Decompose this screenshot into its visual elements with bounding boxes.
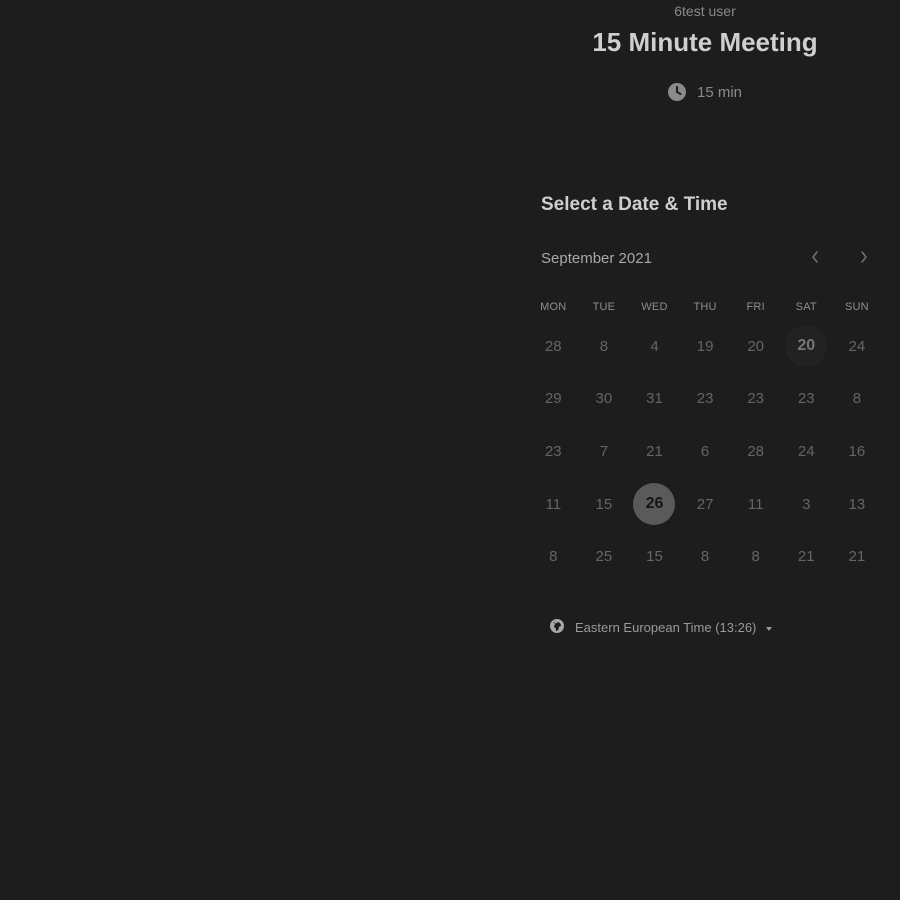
calendar-day: 21: [646, 442, 663, 460]
weekday-header: MON TUE WED THU FRI SAT SUN: [528, 301, 882, 313]
calendar-day: 30: [595, 390, 613, 408]
calendar-day: 23: [544, 442, 562, 460]
calendar-day-selected[interactable]: 26: [629, 478, 680, 531]
calendar-day: 23: [797, 390, 815, 408]
chevron-left-icon: [810, 250, 820, 269]
event-duration: 15 min: [667, 82, 742, 102]
calendar-day: 15: [595, 495, 613, 513]
calendar-day: 11: [747, 495, 764, 513]
calendar-day: 13: [848, 495, 866, 513]
weekday-label: SUN: [844, 301, 869, 313]
calendar-day: 25: [595, 548, 613, 566]
calendar-day: 29: [544, 390, 562, 408]
previous-month-button[interactable]: [803, 247, 827, 271]
calendar-day: 8: [751, 548, 760, 566]
calendar-day: 8: [700, 548, 710, 566]
calendar-day: 23: [747, 390, 765, 408]
globe-icon: [549, 618, 565, 637]
calendar-day: 23: [696, 390, 714, 408]
clock-icon: [667, 82, 687, 102]
event-title: 15 Minute Meeting: [592, 27, 818, 57]
section-title: Select a Date & Time: [541, 194, 728, 215]
calendar-day: 28: [747, 442, 765, 460]
chevron-down-icon: [766, 626, 773, 631]
weekday-label: FRI: [746, 301, 765, 313]
weekday-label: TUE: [592, 301, 616, 313]
calendar-day: 21: [848, 548, 866, 566]
weekday-label: WED: [641, 301, 668, 313]
host-name: 6test user: [674, 3, 736, 19]
weekday-label: THU: [693, 301, 717, 313]
weekday-label: SAT: [795, 301, 817, 313]
timezone-label: Eastern European Time (13:26): [575, 620, 757, 635]
calendar-day-today: 20: [781, 320, 832, 373]
calendar-day: 8: [549, 548, 558, 566]
calendar-day: 6: [700, 442, 710, 460]
timezone-selector[interactable]: Eastern European Time (13:26): [549, 618, 773, 637]
month-label: September 2021: [541, 250, 652, 267]
calendar-day: 28: [544, 337, 562, 355]
chevron-right-icon: [859, 250, 869, 269]
calendar-day: 7: [599, 442, 609, 460]
calendar-day: 16: [848, 442, 866, 460]
weekday-label: MON: [540, 301, 567, 313]
calendar-day: 24: [848, 337, 866, 355]
calendar-day: 3: [802, 495, 811, 513]
next-month-button[interactable]: [852, 247, 876, 271]
duration-label: 15 min: [697, 83, 743, 101]
calendar-day: 8: [852, 390, 862, 408]
booking-page: 6test user 15 Minute Meeting 15 min Sele…: [0, 0, 900, 900]
calendar-day: 20: [747, 337, 765, 355]
calendar-day: 24: [797, 442, 815, 460]
calendar-day: 21: [797, 548, 815, 566]
calendar-day: 11: [545, 495, 562, 513]
calendar-day: 15: [646, 548, 663, 566]
calendar-day: 19: [696, 337, 714, 355]
calendar-days-grid: 28 8 4 19 20 20 24 29 30 31 23 23 23 8 2…: [528, 320, 882, 583]
calendar-day: 31: [646, 390, 663, 408]
calendar-day: 27: [696, 495, 714, 513]
calendar-day: 4: [650, 337, 659, 355]
calendar-day: 8: [599, 337, 609, 355]
